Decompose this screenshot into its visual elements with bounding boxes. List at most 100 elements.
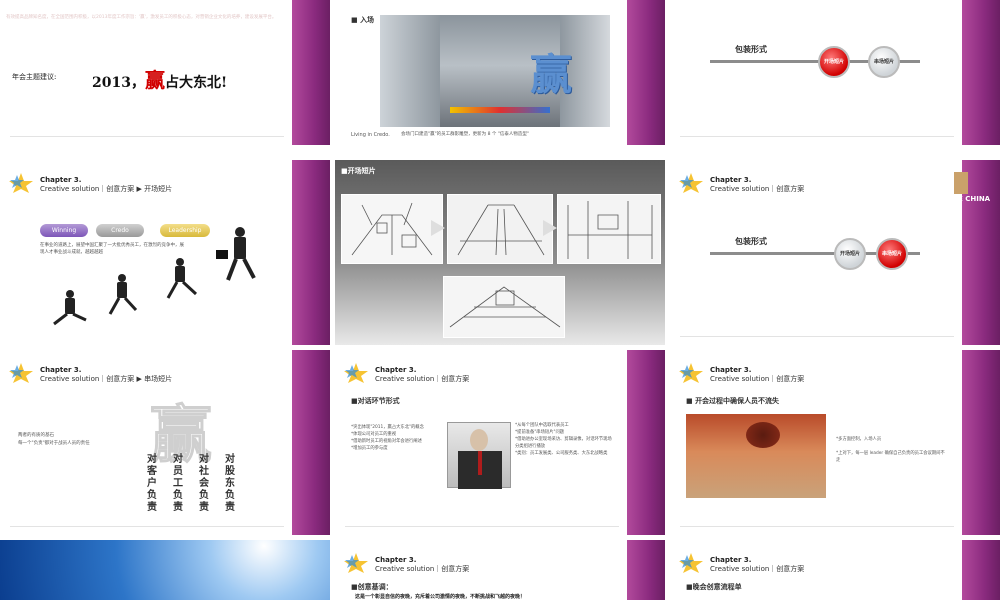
slide-thumbnail-5[interactable]: ■开场短片 xyxy=(335,160,665,345)
note-line-2: 每一个"负责"都对于战员人员的责任 xyxy=(18,441,90,446)
slide-thumbnail-9[interactable]: Chapter 3. Creative solution｜创意方案 ■ 开会过程… xyxy=(670,350,1000,535)
slide-sidebar xyxy=(627,540,665,600)
chapter-subtitle: Creative solution｜创意方案 xyxy=(710,375,805,383)
slide-sidebar xyxy=(292,160,330,345)
chapter-label: Chapter 3. xyxy=(40,176,82,184)
photo-caption-right: 会场门口建造"赢"的员工群影雕塑，更新为 8 个 "信泰人物造型" xyxy=(401,132,529,137)
bullet-line: *突出体现"2011，赢占大东北"的概念 xyxy=(351,425,424,430)
packaging-title: 包装形式 xyxy=(735,45,767,54)
slide-footer-line xyxy=(680,526,954,527)
chapter-header: Chapter 3. Creative solution｜创意方案 xyxy=(375,366,469,384)
chapter-subtitle: Creative solution｜创意方案 ▶ 串场短片 xyxy=(40,375,173,383)
chapter-subtitle: Creative solution｜创意方案 ▶ 开场短片 xyxy=(40,185,173,193)
responsibility-column: 对员工负责 xyxy=(173,454,183,513)
responsibility-column: 对社会负责 xyxy=(199,454,209,513)
slide-thumbnail-11[interactable]: Chapter 3. Creative solution｜创意方案 ■创意基调：… xyxy=(335,540,665,600)
theme-title-accent: 赢 xyxy=(144,68,165,92)
interlude-film-button[interactable]: 串场短片 xyxy=(868,46,900,78)
responsibility-column: 对客户负责 xyxy=(147,454,157,513)
bullet-line: *体现公司对员工的重视 xyxy=(351,432,397,437)
responsibility-column: 对股东负责 xyxy=(225,454,235,513)
slide-thumbnail-1[interactable]: 有效提高品牌知名度，在全国范围内积极，以2013年度工作宗旨：'赢'，激发员工的… xyxy=(0,0,330,145)
slide-sidebar xyxy=(292,0,330,145)
slide-sidebar xyxy=(962,540,1000,600)
slide-sidebar xyxy=(962,350,1000,535)
sculpture-char: 赢 xyxy=(530,50,573,99)
brand-logo-text: E CHINA xyxy=(958,195,991,203)
slide-section-title: ■ 开会过程中确保人员不流失 xyxy=(686,397,780,405)
slide-sidebar xyxy=(627,0,665,145)
chapter-subtitle: Creative solution｜创意方案 xyxy=(375,565,470,573)
slide-thumbnail-4[interactable]: Chapter 3. Creative solution｜创意方案 ▶ 开场短片… xyxy=(0,160,330,345)
storyboard-frame-1 xyxy=(341,194,443,264)
slide-footer-line xyxy=(10,526,284,527)
slide-thumbnail-2[interactable]: ■ 入场 赢 Living in Credo. 会场门口建造"赢"的员工群影雕塑… xyxy=(335,0,665,145)
speaker-tie xyxy=(478,451,482,475)
entrance-photo: 赢 xyxy=(380,15,610,127)
storyboard-frame-4 xyxy=(443,276,565,338)
stage-carpet xyxy=(450,107,550,113)
chapter-label: Chapter 3. xyxy=(375,556,417,564)
section-label: 创意基调： xyxy=(357,583,393,591)
slide-section-title: ■晚会创意流程单 xyxy=(686,583,742,591)
slide-section-title: ■开场短片 xyxy=(341,167,376,175)
brand-logo-icon xyxy=(954,172,968,194)
speaker-photo xyxy=(447,422,511,489)
sketch-icon xyxy=(449,286,561,328)
slide-thumbnail-8[interactable]: Chapter 3. Creative solution｜创意方案 ■对话环节形… xyxy=(335,350,665,535)
slide-section-title: ■ 入场 xyxy=(351,16,375,24)
slide-footer-line xyxy=(345,526,619,527)
chapter-header: Chapter 3. Creative solution｜创意方案 xyxy=(710,556,804,574)
slide-section-title: ■创意基调： xyxy=(351,583,393,591)
bullet-line: 分类组进行播放 xyxy=(515,444,546,449)
chapter-label: Chapter 3. xyxy=(40,366,82,374)
slide-sidebar xyxy=(627,350,665,535)
star-logo-icon xyxy=(679,173,703,193)
bullet-line: *借助进办公室现场采访、剪辑录像，对话环节现场 xyxy=(515,437,612,442)
slide-thumbnail-10[interactable] xyxy=(0,540,330,600)
slide-thumbnail-6[interactable]: Chapter 3. Creative solution｜创意方案 E CHIN… xyxy=(670,160,1000,345)
slide-sidebar xyxy=(962,0,1000,145)
opening-film-button[interactable]: 开场短片 xyxy=(818,46,850,78)
chapter-label: Chapter 3. xyxy=(375,366,417,374)
crowd-photo xyxy=(686,414,826,498)
packaging-title: 包装形式 xyxy=(735,237,767,246)
bullet-line: *增加员工的参与度 xyxy=(351,446,388,451)
slide-footer-line xyxy=(10,136,284,137)
speaker-head xyxy=(470,429,488,451)
chapter-label: Chapter 3. xyxy=(710,176,752,184)
theme-title: 2013，赢占大东北! xyxy=(92,64,227,93)
sketch-icon xyxy=(567,201,653,259)
slide-sidebar xyxy=(292,350,330,535)
bullet-line: *类别：员工发展类、公司服务类、大东北战略类 xyxy=(515,451,608,456)
storyboard-frame-3 xyxy=(557,194,661,264)
slide-thumbnail-12[interactable]: Chapter 3. Creative solution｜创意方案 ■晚会创意流… xyxy=(670,540,1000,600)
sketch-icon xyxy=(351,202,433,256)
section-label: 对话环节形式 xyxy=(357,397,400,405)
star-logo-icon xyxy=(9,363,33,383)
bullet-line: *借助新时员工的视角对年会进行阐述 xyxy=(351,439,422,444)
creative-tone-text: 这是一个彰显自信的夜晚，充斥着公司激情的夜晚，不断挑战和飞越的夜晚！ xyxy=(355,594,526,600)
right-bullets: *从每个团队中选取代表员工 *提前准备"串场短片"问题 *借助进办公室现场采访、… xyxy=(515,422,625,457)
star-logo-icon xyxy=(344,553,368,573)
section-label: 晚会创意流程单 xyxy=(692,583,742,591)
chapter-header: Chapter 3. Creative solution｜创意方案 xyxy=(710,366,804,384)
slide-footer-line xyxy=(680,336,954,337)
interlude-film-button[interactable]: 串场短片 xyxy=(876,238,908,270)
bullet-line: *从每个团队中选取代表员工 xyxy=(515,423,569,428)
opening-film-button[interactable]: 开场短片 xyxy=(834,238,866,270)
chapter-header: Chapter 3. Creative solution｜创意方案 ▶ 开场短片 xyxy=(40,176,172,194)
left-bullets: *突出体现"2011，赢占大东北"的概念 *体现公司对员工的重视 *借助新时员工… xyxy=(351,424,451,452)
theme-title-suffix: 占大东北! xyxy=(164,75,228,91)
arrow-right-icon xyxy=(431,220,445,236)
section-label: 开会过程中确保人员不流失 xyxy=(695,397,780,405)
bullet-line: *提前准备"串场短片"问题 xyxy=(515,430,565,435)
note-line-2: *上对下，每一层 leader 确保自己负责的员工会议期间不 xyxy=(836,451,945,456)
slide-thumbnail-3[interactable]: 包装形式 开场短片 串场短片 xyxy=(670,0,1000,145)
photo-caption-left: Living in Credo. xyxy=(351,132,390,138)
star-logo-icon xyxy=(679,553,703,573)
note-line-1: *多方面控制，入场人员 xyxy=(836,437,882,442)
theme-title-prefix: 2013， xyxy=(92,75,145,91)
chapter-label: Chapter 3. xyxy=(710,366,752,374)
slide-thumbnail-7[interactable]: Chapter 3. Creative solution｜创意方案 ▶ 串场短片… xyxy=(0,350,330,535)
